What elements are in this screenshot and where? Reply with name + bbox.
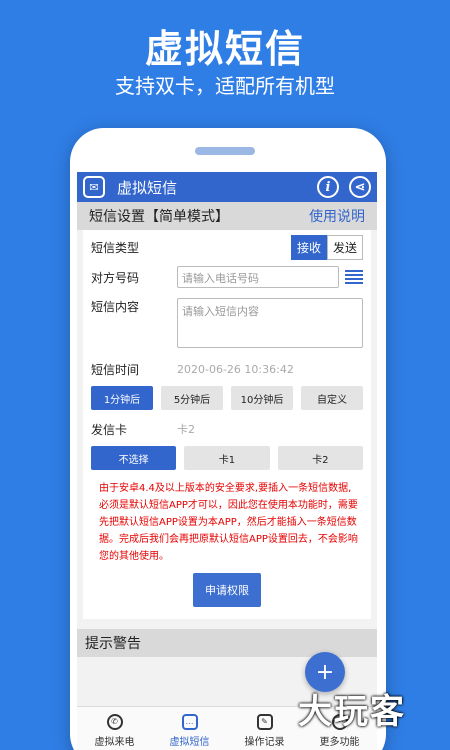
time-option-1min[interactable]: 1分钟后 (91, 386, 153, 410)
time-row: 短信时间 2020-06-26 10:36:42 (91, 354, 363, 384)
card-value: 卡2 (177, 423, 195, 436)
tab-virtual-sms[interactable]: … 虚拟短信 (152, 707, 227, 750)
phone-number-input[interactable]: 请输入电话号码 (177, 266, 339, 288)
phone-speaker (195, 147, 255, 155)
card-label: 发信卡 (91, 422, 128, 437)
tab-label: 虚拟短信 (169, 736, 210, 748)
type-label: 短信类型 (91, 240, 140, 255)
message-icon: … (181, 713, 198, 730)
phone-frame: ✉ 虚拟短信 i ⋖ 短信设置【简单模式】 使用说明 短信类型 接收 发送 对方… (70, 128, 386, 750)
tab-virtual-call[interactable]: ✆ 虚拟来电 (77, 707, 152, 750)
hero-title: 虚拟短信 (144, 27, 305, 71)
mode-title: 短信设置【简单模式】 (89, 209, 229, 225)
card-option-none[interactable]: 不选择 (91, 446, 177, 470)
send-button[interactable]: 发送 (326, 234, 363, 260)
request-permission-button[interactable]: 申请权限 (193, 573, 261, 607)
app-title: 虚拟短信 (117, 178, 178, 197)
card-options: 不选择 卡1 卡2 (91, 446, 363, 470)
time-value: 2020-06-26 10:36:42 (177, 362, 294, 376)
sms-content-input[interactable]: 请输入短信内容 (177, 298, 363, 348)
content-row: 短信内容 请输入短信内容 (91, 292, 363, 354)
phone-screen: ✉ 虚拟短信 i ⋖ 短信设置【简单模式】 使用说明 短信类型 接收 发送 对方… (77, 172, 377, 750)
help-link[interactable]: 使用说明 (309, 206, 365, 226)
tab-label: 虚拟来电 (94, 736, 135, 748)
tab-history[interactable]: ✎ 操作记录 (227, 707, 302, 750)
time-label: 短信时间 (91, 362, 140, 377)
tab-label: 操作记录 (244, 736, 285, 748)
sms-icon: ✉ (83, 176, 105, 198)
time-option-custom[interactable]: 自定义 (301, 386, 363, 410)
tab-label: 更多功能 (319, 736, 360, 748)
share-icon[interactable]: ⋖ (349, 176, 371, 198)
card-option-2[interactable]: 卡2 (277, 446, 363, 470)
sms-form: 短信类型 接收 发送 对方号码 请输入电话号码 短信内容 请输入短信内容 短信时… (83, 230, 371, 619)
watermark: 大玩客 (298, 692, 406, 732)
number-label: 对方号码 (91, 270, 140, 285)
number-row: 对方号码 请输入电话号码 (91, 262, 363, 292)
app-bar: ✉ 虚拟短信 i ⋖ (77, 172, 377, 202)
time-option-5min[interactable]: 5分钟后 (161, 386, 223, 410)
info-icon[interactable]: i (317, 176, 339, 198)
card-row: 发信卡 卡2 (91, 414, 363, 444)
time-option-10min[interactable]: 10分钟后 (231, 386, 293, 410)
type-toggle: 接收 发送 (290, 234, 363, 260)
contacts-icon[interactable] (345, 270, 363, 284)
type-row: 短信类型 接收 发送 (91, 232, 363, 262)
content-label: 短信内容 (91, 300, 140, 314)
edit-icon: ✎ (256, 713, 273, 730)
card-option-1[interactable]: 卡1 (184, 446, 270, 470)
warning-text: 由于安卓4.4及以上版本的安全要求,要插入一条短信数据,必须是默认短信APP才可… (99, 483, 358, 562)
phone-icon: ✆ (106, 713, 123, 730)
time-options: 1分钟后 5分钟后 10分钟后 自定义 (91, 386, 363, 410)
hero-subtitle: 支持双卡，适配所有机型 (115, 74, 335, 98)
mode-bar: 短信设置【简单模式】 使用说明 (77, 202, 377, 230)
receive-button[interactable]: 接收 (290, 234, 327, 260)
